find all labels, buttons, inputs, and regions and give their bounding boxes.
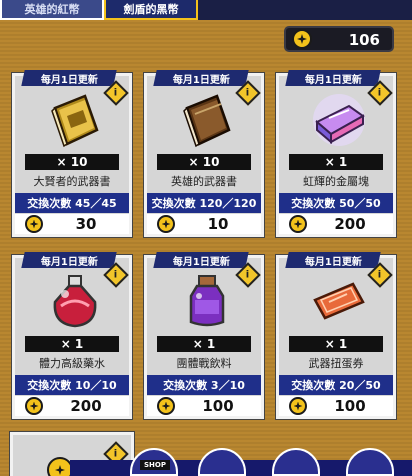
coin-icon	[292, 29, 312, 49]
shop-item-card[interactable]: 每月1日更新 i × 1 虹輝的金屬塊 交換次數 50／50 200	[276, 70, 396, 237]
tab-black-coins[interactable]: 劍盾的黑幣	[104, 0, 198, 20]
item-quantity: × 1	[157, 336, 251, 352]
price-row: 200	[15, 396, 129, 416]
currency-value: 106	[348, 31, 380, 49]
price-row: 200	[279, 214, 393, 234]
shop-label: SHOP	[140, 460, 170, 470]
refresh-banner: 每月1日更新	[21, 70, 117, 86]
coin-icon	[157, 215, 175, 233]
exchange-count: 交換次數 50／50	[279, 193, 393, 213]
currency-tabs: 英雄的紅幣 劍盾的黑幣	[0, 0, 412, 20]
price-row: 30	[15, 214, 129, 234]
item-name: 英雄的武器書	[171, 175, 237, 188]
shop-item-card[interactable]: 每月1日更新 i × 1 團體戰飲料 交換次數 3／10 100	[144, 252, 264, 419]
shop-item-card[interactable]: 每月1日更新 i × 1 武器扭蛋券 交換次數 20／50 100	[276, 252, 396, 419]
refresh-banner: 每月1日更新	[285, 252, 381, 268]
item-name: 體力高級藥水	[39, 357, 105, 370]
exchange-count: 交換次數 45／45	[15, 193, 129, 213]
price-row: 100	[147, 396, 261, 416]
price-row: 100	[279, 396, 393, 416]
shop-item-card[interactable]: 每月1日更新 i × 10 大賢者的武器書 交換次數 45／45 30	[12, 70, 132, 237]
currency-balance: 106	[284, 26, 394, 52]
refresh-banner: 每月1日更新	[153, 70, 249, 86]
refresh-banner: 每月1日更新	[21, 252, 117, 268]
refresh-banner: 每月1日更新	[285, 70, 381, 86]
item-price: 100	[334, 397, 366, 415]
item-quantity: × 1	[289, 336, 383, 352]
coin-icon	[25, 397, 43, 415]
tab-red-coins[interactable]: 英雄的紅幣	[0, 0, 104, 20]
purple-bottle-icon	[189, 275, 225, 327]
item-quantity: × 10	[157, 154, 251, 170]
coin-icon	[289, 215, 307, 233]
item-name: 虹輝的金屬塊	[303, 175, 369, 188]
item-name: 團體戰飲料	[176, 357, 232, 370]
shop-item-card[interactable]: 每月1日更新 i × 10 英雄的武器書 交換次數 120／120 10	[144, 70, 264, 237]
item-price: 100	[202, 397, 234, 415]
item-quantity: × 1	[25, 336, 119, 352]
coin-icon	[289, 397, 307, 415]
item-quantity: × 10	[25, 154, 119, 170]
item-name: 武器扭蛋券	[308, 357, 364, 370]
item-price: 200	[334, 215, 366, 233]
tab-bar-filler	[198, 0, 412, 20]
brown-book-icon	[183, 94, 231, 148]
shop-item-card[interactable]: 每月1日更新 i × 1 體力高級藥水 交換次數 10／10 200	[12, 252, 132, 419]
rainbow-metal-icon	[313, 94, 365, 146]
ticket-icon	[313, 282, 365, 320]
item-price: 200	[70, 397, 102, 415]
exchange-count: 交換次數 10／10	[15, 375, 129, 395]
potion-icon	[53, 275, 97, 328]
golden-book-icon	[51, 94, 99, 148]
exchange-count: 交換次數 20／50	[279, 375, 393, 395]
item-name: 大賢者的武器書	[33, 175, 111, 188]
coin-icon	[25, 215, 43, 233]
item-price: 30	[75, 215, 97, 233]
exchange-count: 交換次數 120／120	[147, 193, 261, 213]
price-row: 10	[147, 214, 261, 234]
refresh-banner: 每月1日更新	[153, 252, 249, 268]
item-price: 10	[207, 215, 229, 233]
exchange-count: 交換次數 3／10	[147, 375, 261, 395]
item-quantity: × 1	[289, 154, 383, 170]
coin-icon	[157, 397, 175, 415]
